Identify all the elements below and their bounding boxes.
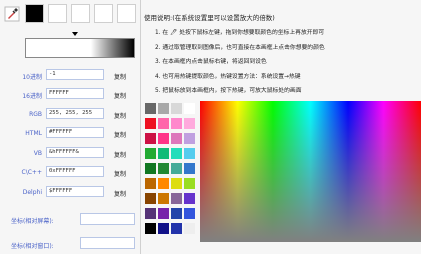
delphi-value-field[interactable]: $FFFFFF <box>46 186 104 197</box>
palette-swatch[interactable] <box>184 148 195 159</box>
rgb-value-field[interactable]: 255, 255, 255 <box>46 108 104 119</box>
cpp-value-field[interactable]: 0xFFFFFF <box>46 166 104 177</box>
gradient-marker[interactable] <box>72 32 78 36</box>
palette-swatch[interactable] <box>145 103 156 114</box>
html-value-field[interactable]: #FFFFFF <box>46 127 104 138</box>
window-coord-field[interactable] <box>80 237 135 249</box>
color-spectrum-canvas[interactable] <box>200 101 421 242</box>
history-swatch-4[interactable] <box>117 4 136 23</box>
palette-swatch[interactable] <box>158 163 169 174</box>
copy-vb-button[interactable]: 复制 <box>114 150 126 159</box>
palette-swatch[interactable] <box>158 103 169 114</box>
palette-swatch[interactable] <box>158 118 169 129</box>
palette-swatch[interactable] <box>158 208 169 219</box>
palette-swatch[interactable] <box>145 208 156 219</box>
vb-value-field[interactable]: &hFFFFFF& <box>46 147 104 158</box>
eyedropper-tool[interactable] <box>0 0 22 26</box>
history-swatch-1[interactable] <box>48 4 67 23</box>
palette-swatch[interactable] <box>158 223 169 234</box>
palette-swatch[interactable] <box>171 193 182 204</box>
palette-swatch[interactable] <box>145 223 156 234</box>
brightness-gradient-bar[interactable] <box>25 38 135 58</box>
palette-swatch[interactable] <box>171 163 182 174</box>
panel-divider <box>140 0 141 254</box>
palette-swatch[interactable] <box>184 118 195 129</box>
palette-swatch[interactable] <box>145 163 156 174</box>
copy-delphi-button[interactable]: 复制 <box>114 189 126 198</box>
palette-swatch[interactable] <box>171 148 182 159</box>
palette-swatch[interactable] <box>145 118 156 129</box>
window-coord-label: 坐标(相对窗口): <box>11 243 54 250</box>
copy-decimal-button[interactable]: 复制 <box>114 72 126 81</box>
palette-swatch[interactable] <box>171 178 182 189</box>
copy-html-button[interactable]: 复制 <box>114 130 126 139</box>
palette-swatch[interactable] <box>184 103 195 114</box>
palette-swatch[interactable] <box>171 223 182 234</box>
palette-swatch[interactable] <box>184 193 195 204</box>
palette-swatch[interactable] <box>145 193 156 204</box>
palette-swatch[interactable] <box>145 133 156 144</box>
palette-swatch[interactable] <box>145 148 156 159</box>
instruction-step-4: 4. 也可用热键提取颜色，热键设置方法：系统设置→热键 <box>155 74 301 80</box>
palette-swatch[interactable] <box>171 118 182 129</box>
palette-swatch[interactable] <box>184 133 195 144</box>
eyedropper-icon <box>4 6 20 22</box>
label-decimal: 10进制 <box>22 74 42 81</box>
screen-coord-field[interactable] <box>80 213 135 225</box>
instructions-title: 使用说明:(在系统设置里可以设置放大的倍数) <box>144 14 275 22</box>
instruction-step-2: 2. 通过取管理取到图像后，也可直接在本画框上点击你想要的颜色 <box>155 45 325 51</box>
palette-swatch[interactable] <box>158 148 169 159</box>
palette-swatch[interactable] <box>158 178 169 189</box>
palette-swatch[interactable] <box>145 178 156 189</box>
palette-swatch[interactable] <box>171 103 182 114</box>
history-swatch-3[interactable] <box>94 4 113 23</box>
label-rgb: RGB <box>29 111 42 118</box>
palette-swatch[interactable] <box>184 178 195 189</box>
instruction-step-3: 3. 在本画框内点击鼠标右键，将返回到设色 <box>155 59 267 65</box>
hex-value-field[interactable]: FFFFFF <box>46 88 104 99</box>
palette-swatch[interactable] <box>184 208 195 219</box>
instructions-panel: 使用说明:(在系统设置里可以设置放大的倍数) 1. 在 🖊 处按下鼠标左键，拖到… <box>143 0 421 98</box>
decimal-value-field[interactable]: -1 <box>46 69 104 80</box>
copy-cpp-button[interactable]: 复制 <box>114 169 126 178</box>
palette-swatch[interactable] <box>158 193 169 204</box>
label-delphi: Delphi <box>22 189 42 196</box>
palette-swatch[interactable] <box>171 208 182 219</box>
label-html: HTML <box>25 130 42 137</box>
copy-hex-button[interactable]: 复制 <box>114 91 126 100</box>
label-hex: 16进制 <box>22 93 42 100</box>
label-vb: VB <box>33 150 42 157</box>
palette-swatch[interactable] <box>184 223 195 234</box>
palette-swatch[interactable] <box>158 133 169 144</box>
palette-swatch[interactable] <box>184 163 195 174</box>
palette-swatch[interactable] <box>171 133 182 144</box>
instruction-step-1: 1. 在 🖊 处按下鼠标左键，拖到你想要取颜色的坐标上再放开即可 <box>155 30 325 36</box>
screen-coord-label: 坐标(相对屏幕): <box>11 218 54 225</box>
label-cpp: C\C++ <box>21 169 42 176</box>
current-color-swatch[interactable] <box>25 4 44 23</box>
copy-rgb-button[interactable]: 复制 <box>114 111 126 120</box>
history-swatch-2[interactable] <box>71 4 90 23</box>
instruction-step-5: 5. 把鼠标放到本画框内，按下热键，可放大鼠标处的画面 <box>155 88 302 94</box>
